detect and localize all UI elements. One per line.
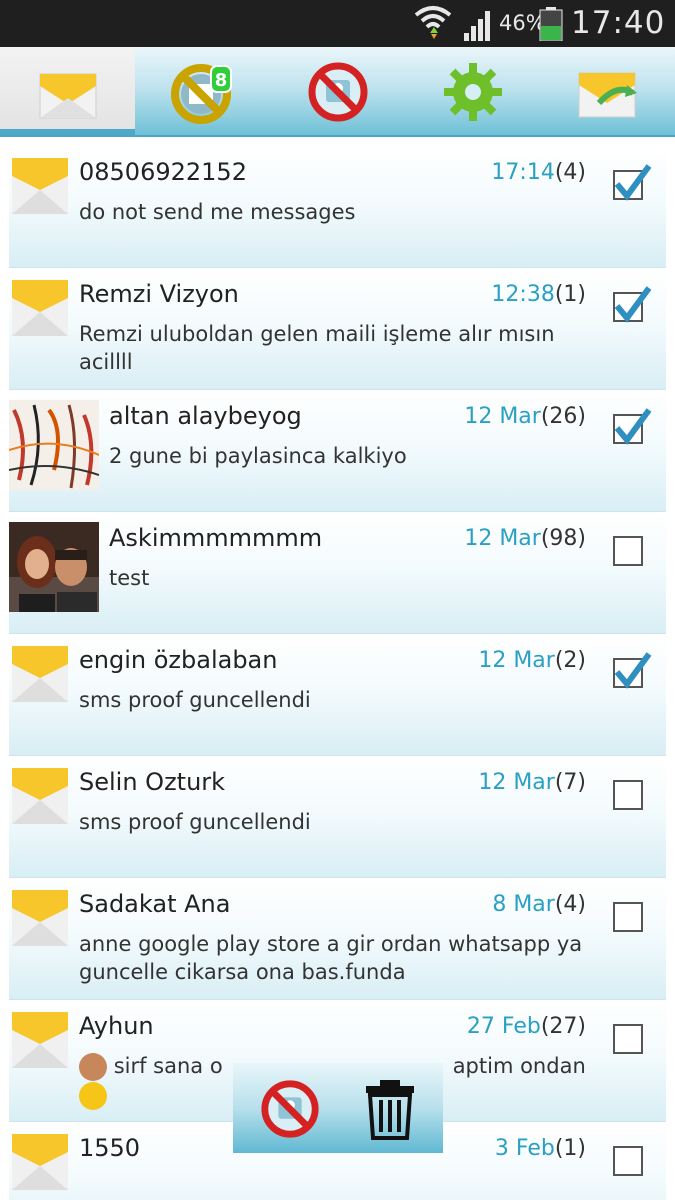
checkmark-icon — [614, 164, 652, 201]
message-date: 12 Mar(7) — [478, 770, 586, 795]
top-toolbar: 8 — [0, 47, 675, 137]
envelope-avatar-icon — [12, 1134, 68, 1190]
select-checkbox[interactable] — [613, 1146, 643, 1176]
tab-settings[interactable] — [405, 47, 540, 137]
envelope-avatar-icon — [12, 646, 68, 702]
list-item[interactable]: 08506922152 17:14(4) do not send me mess… — [9, 146, 666, 268]
contact-name: altan alaybeyog — [109, 402, 302, 430]
settings-gear-icon — [443, 63, 502, 121]
message-date: 12 Mar(26) — [464, 404, 586, 429]
message-preview: anne google play store a gir ordan whats… — [79, 932, 583, 984]
message-date: 12 Mar(98) — [464, 526, 586, 551]
select-checkbox[interactable] — [613, 536, 643, 566]
list-item[interactable]: engin özbalaban 12 Mar(2) sms proof gunc… — [9, 634, 666, 756]
checkmark-icon — [614, 286, 652, 323]
select-checkbox[interactable] — [613, 1024, 643, 1054]
block-selected-button[interactable] — [245, 1073, 335, 1145]
message-date: 8 Mar(4) — [492, 892, 586, 917]
signal-icon — [464, 11, 490, 41]
winking-tongue-emoji-icon — [79, 1082, 107, 1110]
message-preview: sms proof guncellendi — [79, 810, 311, 834]
envelope-avatar-icon — [12, 768, 68, 824]
block-contact-icon — [308, 62, 367, 122]
envelope-avatar-icon — [12, 1012, 68, 1068]
tab-refresh-messages[interactable] — [540, 47, 675, 137]
checkmark-icon — [614, 652, 652, 689]
contact-photo — [9, 400, 99, 490]
message-date: 12:38(1) — [491, 282, 586, 307]
message-preview: test — [109, 566, 150, 590]
contact-name: Selin Ozturk — [79, 768, 226, 796]
contact-name: engin özbalaban — [79, 646, 278, 674]
select-checkbox[interactable] — [613, 408, 652, 445]
select-checkbox[interactable] — [613, 652, 652, 689]
block-contact-icon — [261, 1080, 319, 1138]
message-date: 17:14(4) — [491, 160, 586, 185]
contact-name: Sadakat Ana — [79, 890, 231, 918]
list-item[interactable]: Remzi Vizyon 12:38(1) Remzi uluboldan ge… — [9, 268, 666, 390]
envelope-icon — [39, 73, 96, 119]
tab-inbox[interactable] — [0, 47, 135, 137]
contact-photo — [9, 522, 99, 612]
envelope-avatar-icon — [12, 280, 68, 336]
list-item[interactable]: Selin Ozturk 12 Mar(7) sms proof guncell… — [9, 756, 666, 878]
list-item[interactable]: Sadakat Ana 8 Mar(4) anne google play st… — [9, 878, 666, 1000]
message-preview: do not send me messages — [79, 200, 356, 224]
monkey-emoji-icon — [79, 1053, 107, 1081]
trash-icon — [366, 1080, 414, 1140]
envelope-refresh-icon — [578, 72, 637, 118]
message-date: 12 Mar(2) — [478, 648, 586, 673]
select-checkbox[interactable] — [613, 286, 652, 323]
select-checkbox[interactable] — [613, 780, 643, 810]
status-clock: 17:40 — [571, 5, 666, 41]
contact-name: Remzi Vizyon — [79, 280, 239, 308]
message-list: 08506922152 17:14(4) do not send me mess… — [9, 146, 666, 1200]
delete-selected-button[interactable] — [345, 1073, 435, 1145]
battery-icon — [539, 7, 563, 41]
message-preview: sms proof guncellendi — [79, 688, 311, 712]
contact-name: Askimmmmmmm — [109, 524, 323, 552]
tab-block-contact[interactable] — [270, 47, 405, 137]
tab-blocked-list[interactable] — [135, 47, 270, 137]
message-date: 27 Feb(27) — [466, 1014, 586, 1039]
message-preview: 2 gune bi paylasinca kalkiyo — [109, 444, 407, 468]
contact-name: Ayhun — [79, 1012, 154, 1040]
status-bar: 46% 17:40 — [0, 0, 675, 47]
select-checkbox[interactable] — [613, 902, 643, 932]
list-item[interactable]: altan alaybeyog 12 Mar(26) 2 gune bi pay… — [9, 390, 666, 512]
wifi-icon — [414, 6, 452, 39]
select-checkbox[interactable] — [613, 164, 652, 201]
selection-action-bar — [233, 1063, 443, 1153]
message-preview: Remzi uluboldan gelen maili işleme alır … — [79, 322, 555, 374]
contact-name: 08506922152 — [79, 158, 247, 186]
contact-name: 1550 — [79, 1134, 141, 1162]
list-item[interactable]: Askimmmmmmm 12 Mar(98) test — [9, 512, 666, 634]
envelope-avatar-icon — [12, 890, 68, 946]
blocked-count-badge: 8 — [210, 65, 232, 93]
envelope-avatar-icon — [12, 158, 68, 214]
message-date: 3 Feb(1) — [494, 1136, 586, 1161]
checkmark-icon — [614, 408, 652, 445]
